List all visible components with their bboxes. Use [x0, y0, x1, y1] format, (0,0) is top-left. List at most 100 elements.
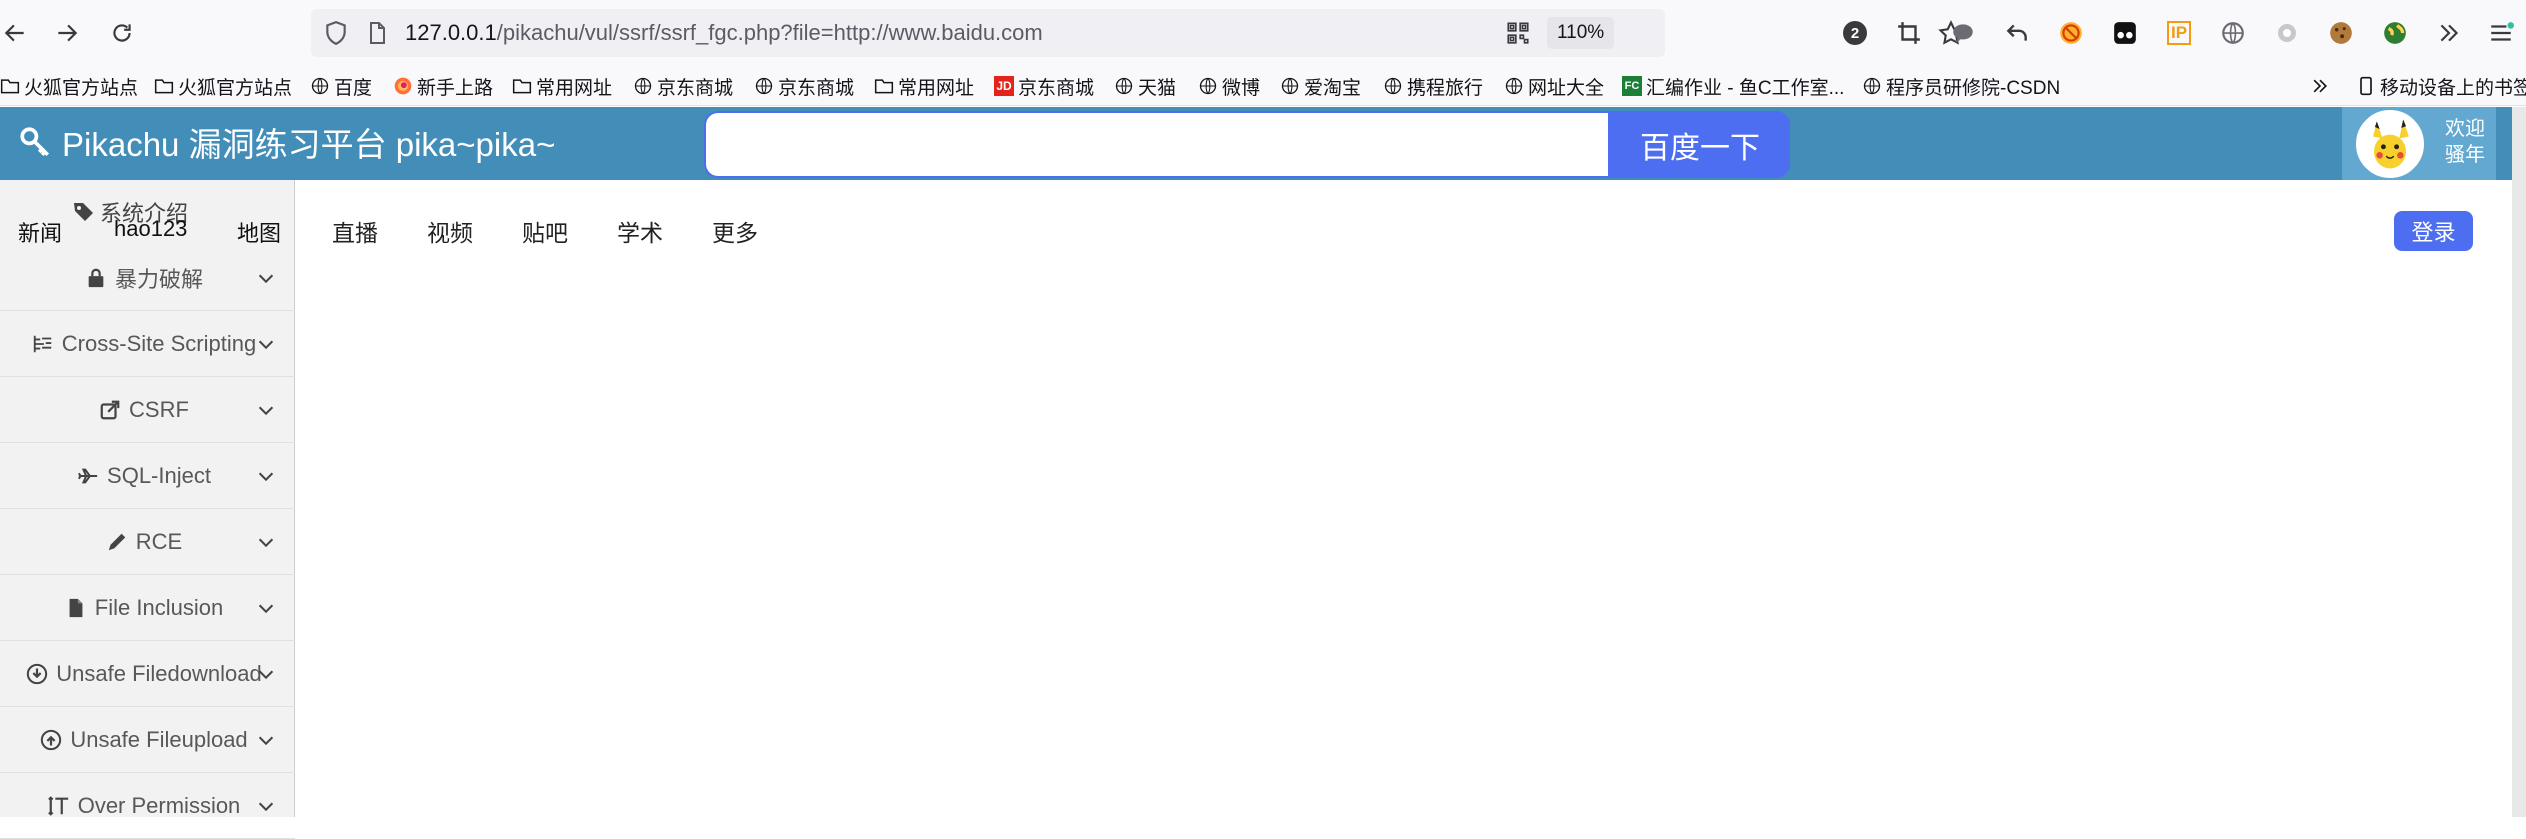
login-button[interactable]: 登录 — [2394, 211, 2473, 251]
more-tools-chevron-icon[interactable] — [2434, 18, 2464, 48]
bookmark-item[interactable]: 爱淘宝 — [1280, 72, 1361, 100]
sidebar-item-label: SQL-Inject — [107, 463, 211, 488]
shield-icon[interactable] — [323, 20, 349, 46]
bookmark-item[interactable]: 新手上路 — [393, 72, 493, 100]
bookmark-label: 携程旅行 — [1407, 77, 1484, 99]
link-news[interactable]: 新闻 — [18, 216, 62, 248]
bookmark-label: 火狐官方站点 — [178, 77, 293, 99]
bookmark-item[interactable]: 京东商城 — [754, 72, 854, 100]
bookmark-item[interactable]: 火狐官方站点 — [154, 72, 292, 100]
sidebar-item-over-permission[interactable]: Over Permission — [0, 773, 295, 839]
sidebar-item-file-inclusion[interactable]: File Inclusion — [0, 575, 295, 641]
forward-button[interactable] — [52, 18, 82, 48]
forward-arrow-icon — [58, 24, 78, 42]
bookmark-item[interactable]: 常用网址 — [512, 72, 612, 100]
mobile-bookmarks[interactable]: 移动设备上的书签 — [2356, 72, 2526, 100]
chevron-double-right-icon — [2310, 76, 2330, 96]
chevron-down-icon[interactable] — [255, 333, 277, 355]
chevron-down-icon[interactable] — [255, 795, 277, 817]
bookmark-item[interactable]: 天猫 — [1114, 72, 1176, 100]
settings-extension-icon[interactable] — [2272, 18, 2302, 48]
share-icon — [99, 399, 121, 421]
globe-icon — [310, 76, 330, 96]
back-arrow-icon — [4, 24, 24, 42]
chevron-down-icon[interactable] — [255, 267, 277, 289]
undo-icon[interactable] — [2002, 18, 2032, 48]
nav-more[interactable]: 更多 — [712, 214, 758, 248]
bookmark-item[interactable]: FC 汇编作业 - 鱼C工作室... — [1622, 72, 1844, 100]
welcome-text[interactable]: 欢迎 骚年 — [2440, 116, 2490, 168]
sidebar-item-unsafe-filedownload[interactable]: Unsafe Filedownload — [0, 641, 295, 707]
earth-extension-icon[interactable] — [2380, 18, 2410, 48]
sidebar-item-brute-force[interactable]: 暴力破解 — [0, 245, 295, 311]
chevron-down-icon[interactable] — [255, 597, 277, 619]
brand-title: Pikachu 漏洞练习平台 pika~pika~ — [62, 126, 556, 163]
bookmark-item[interactable]: 微博 — [1198, 72, 1260, 100]
chevron-down-icon[interactable] — [255, 465, 277, 487]
zoom-level[interactable]: 110% — [1547, 17, 1615, 49]
chat-bubble-icon[interactable] — [1948, 18, 1978, 48]
bookmark-item[interactable]: 程序员研修院-CSDN — [1862, 72, 2060, 100]
bookmarks-overflow-button[interactable] — [2310, 72, 2334, 100]
sidebar-item-row: RCE — [0, 509, 288, 575]
app-menu-icon[interactable] — [2486, 18, 2516, 48]
sidebar-item-csrf[interactable]: CSRF — [0, 377, 295, 443]
link-hao123[interactable]: hao123 — [114, 216, 187, 242]
fc-icon: FC — [1622, 76, 1642, 96]
mobile-phone-icon — [2356, 76, 2376, 96]
chevron-down-icon[interactable] — [255, 531, 277, 553]
bookmark-item[interactable]: 百度 — [310, 72, 372, 100]
back-button[interactable] — [0, 18, 30, 48]
page-icon[interactable] — [365, 20, 389, 46]
nav-academic[interactable]: 学术 — [617, 214, 663, 248]
sidebar-item-sql-inject[interactable]: SQL-Inject — [0, 443, 295, 509]
crop-icon[interactable] — [1894, 18, 1924, 48]
sidebar-item-label: 暴力破解 — [114, 267, 203, 292]
baidu-search-button[interactable]: 百度一下 — [1610, 111, 1790, 178]
bookmark-item[interactable]: 火狐官方站点 — [0, 72, 138, 100]
ip-extension-icon[interactable]: IP — [2164, 18, 2194, 48]
brand[interactable]: Pikachu 漏洞练习平台 pika~pika~ — [18, 121, 555, 163]
bookmark-item[interactable]: 常用网址 — [874, 72, 974, 100]
sidebar-item-row: SQL-Inject — [0, 443, 288, 509]
sidebar-item-rce[interactable]: RCE — [0, 509, 295, 575]
qr-code-icon[interactable] — [1505, 20, 1531, 46]
nav-live[interactable]: 直播 — [332, 214, 378, 248]
sidebar-item-label: RCE — [135, 529, 183, 554]
nav-tieba[interactable]: 贴吧 — [522, 214, 568, 248]
baidu-search-input[interactable] — [704, 111, 1610, 178]
network-globe-icon[interactable] — [2218, 18, 2248, 48]
chevron-down-icon[interactable] — [255, 399, 277, 421]
cookie-icon[interactable] — [2326, 18, 2356, 48]
bookmark-label: 程序员研修院-CSDN — [1886, 77, 2061, 99]
chevron-down-icon[interactable] — [255, 729, 277, 751]
bookmark-item[interactable]: JD 京东商城 — [994, 72, 1094, 100]
bookmark-label: 京东商城 — [778, 77, 855, 99]
globe-icon — [1114, 76, 1134, 96]
sidebar-item-unsafe-fileupload[interactable]: Unsafe Fileupload — [0, 707, 295, 773]
url-text[interactable]: 127.0.0.1/pikachu/vul/ssrf/ssrf_fgc.php?… — [405, 20, 1043, 46]
nav-video[interactable]: 视频 — [427, 214, 473, 248]
tampermonkey-icon[interactable] — [2110, 18, 2140, 48]
folder-icon — [512, 76, 532, 96]
bookmark-item[interactable]: 网址大全 — [1504, 72, 1604, 100]
url-bar[interactable]: 127.0.0.1/pikachu/vul/ssrf/ssrf_fgc.php?… — [311, 9, 1964, 57]
globe-icon — [1504, 76, 1524, 96]
avatar[interactable] — [2356, 110, 2424, 178]
reload-button[interactable] — [107, 18, 137, 48]
key-icon — [20, 127, 50, 157]
link-map[interactable]: 地图 — [237, 216, 281, 248]
sidebar-item-xss[interactable]: Cross-Site Scripting — [0, 311, 295, 377]
welcome-line-2: 骚年 — [2445, 144, 2485, 166]
chevron-down-icon[interactable] — [255, 663, 277, 685]
scrollbar[interactable] — [2512, 107, 2526, 817]
globe-icon — [1383, 76, 1403, 96]
extension-badge-button[interactable]: 2 — [1840, 18, 1870, 48]
block-icon[interactable] — [2056, 18, 2086, 48]
sidebar-item-row: Over Permission — [0, 773, 288, 839]
bookmark-label: 微博 — [1222, 77, 1261, 99]
bookmark-item[interactable]: 携程旅行 — [1383, 72, 1483, 100]
bookmark-item[interactable]: 京东商城 — [633, 72, 733, 100]
sidebar-item-row: 暴力破解 — [0, 245, 288, 311]
tags-icon — [74, 203, 93, 221]
